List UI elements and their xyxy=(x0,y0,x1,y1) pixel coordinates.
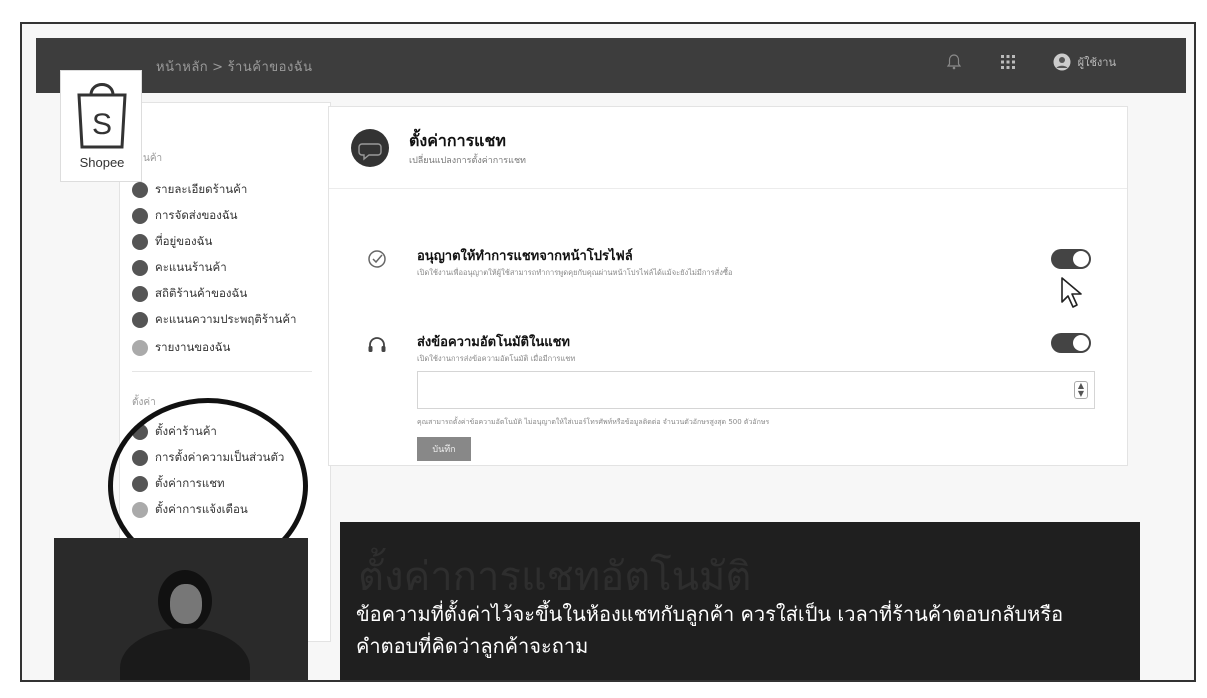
sidebar-item-my-reports[interactable]: รายงานของฉัน xyxy=(132,339,230,357)
shop-details-icon xyxy=(132,182,148,198)
sidebar-section-settings-label: ตั้งค่า xyxy=(132,397,156,408)
page-subtitle: เปลี่ยนแปลงการตั้งค่าการแชท xyxy=(409,156,526,166)
allow-profile-chat-description: เปิดใช้งานเพื่ออนุญาตให้ผู้ใช้สามารถทำกา… xyxy=(417,268,733,277)
sidebar-item-label: ที่อยู่ของฉัน xyxy=(155,234,213,248)
stats-icon xyxy=(132,286,148,302)
sidebar-item-my-addresses[interactable]: ที่อยู่ของฉัน xyxy=(132,233,212,251)
logo-letter: S xyxy=(92,108,112,141)
sidebar-item-my-shipping[interactable]: การจัดส่งของฉัน xyxy=(132,207,238,225)
presenter-body xyxy=(120,628,250,680)
auto-reply-toggle[interactable] xyxy=(1051,333,1091,353)
sidebar-item-shop-penalty[interactable]: คะแนนความประพฤติร้านค้า xyxy=(132,311,297,329)
check-circle-icon xyxy=(368,250,386,268)
allow-profile-chat-toggle[interactable] xyxy=(1051,249,1091,269)
user-name: ผู้ใช้งาน xyxy=(1077,56,1116,69)
card-header: ตั้งค่าการแชท เปลี่ยนแปลงการตั้งค่าการแช… xyxy=(329,107,1127,189)
shopee-logo: S Shopee xyxy=(60,70,142,182)
shopping-bag-icon: S xyxy=(77,83,127,149)
resize-stepper-icon[interactable]: ▲ ▼ xyxy=(1074,381,1088,399)
reports-icon xyxy=(132,340,148,356)
breadcrumb: หน้าหลัก > ร้านค้าของฉัน xyxy=(156,56,313,77)
auto-reply-description: เปิดใช้งานการส่งข้อความอัตโนมัติ เมื่อมี… xyxy=(417,354,576,363)
sidebar-item-label: การจัดส่งของฉัน xyxy=(155,208,238,222)
headset-icon xyxy=(368,337,386,352)
caption-overlay: ตั้งค่าการแชทอัตโนมัติ ข้อความที่ตั้งค่า… xyxy=(340,522,1140,680)
topbar-actions: ผู้ใช้งาน xyxy=(944,52,1116,72)
rating-icon xyxy=(132,260,148,276)
sidebar-item-shop-details[interactable]: รายละเอียดร้านค้า xyxy=(132,181,247,199)
bell-icon[interactable] xyxy=(944,52,964,72)
auto-reply-note: คุณสามารถตั้งค่าข้อความอัตโนมัติ ไม่อนุญ… xyxy=(417,418,770,426)
breadcrumb-home[interactable]: หน้าหลัก xyxy=(156,60,208,75)
top-nav-bar: หน้าหลัก > ร้านค้าของฉัน ผู้ใช้งาน xyxy=(36,38,1186,93)
shipping-icon xyxy=(132,208,148,224)
logo-text: Shopee xyxy=(79,155,125,170)
sidebar-item-label: รายงานของฉัน xyxy=(155,340,231,354)
save-button[interactable]: บันทึก xyxy=(417,437,471,461)
breadcrumb-current: ร้านค้าของฉัน xyxy=(227,60,313,75)
screenshot-frame: หน้าหลัก > ร้านค้าของฉัน ผู้ใช้งาน ร้านค้า… xyxy=(20,22,1196,682)
breadcrumb-separator: > xyxy=(212,60,224,75)
penalty-icon xyxy=(132,312,148,328)
auto-reply-message-field[interactable]: ▲ ▼ xyxy=(417,371,1095,409)
sidebar-divider xyxy=(132,371,312,372)
allow-profile-chat-title: อนุญาตให้ทำการแชทจากหน้าโปรไฟล์ xyxy=(417,249,633,264)
sidebar-item-shop-rating[interactable]: คะแนนร้านค้า xyxy=(132,259,227,277)
sidebar-item-label: คะแนนร้านค้า xyxy=(155,260,227,274)
sidebar-item-label: คะแนนความประพฤติร้านค้า xyxy=(155,312,297,326)
chat-settings-card: ตั้งค่าการแชท เปลี่ยนแปลงการตั้งค่าการแช… xyxy=(328,106,1128,466)
presenter-video xyxy=(54,538,308,680)
caption-line-1: ข้อความที่ตั้งค่าไว้จะขึ้นในห้องแชทกับลู… xyxy=(356,602,1064,626)
mouse-cursor-icon xyxy=(1061,277,1082,308)
address-icon xyxy=(132,234,148,250)
auto-reply-title: ส่งข้อความอัตโนมัติในแชท xyxy=(417,335,570,350)
user-avatar-icon xyxy=(1052,52,1072,72)
presenter-face xyxy=(170,584,202,624)
chat-bubble-icon xyxy=(351,129,389,167)
user-menu[interactable]: ผู้ใช้งาน xyxy=(1052,52,1116,72)
sidebar-item-shop-stats[interactable]: สถิติร้านค้าของฉัน xyxy=(132,285,247,303)
sidebar-item-label: สถิติร้านค้าของฉัน xyxy=(155,286,248,300)
page-title: ตั้งค่าการแชท xyxy=(409,131,506,150)
caption-line-2: คำตอบที่คิดว่าลูกค้าจะถาม xyxy=(356,634,589,658)
apps-grid-icon[interactable] xyxy=(998,52,1018,72)
sidebar-item-label: รายละเอียดร้านค้า xyxy=(155,182,248,196)
